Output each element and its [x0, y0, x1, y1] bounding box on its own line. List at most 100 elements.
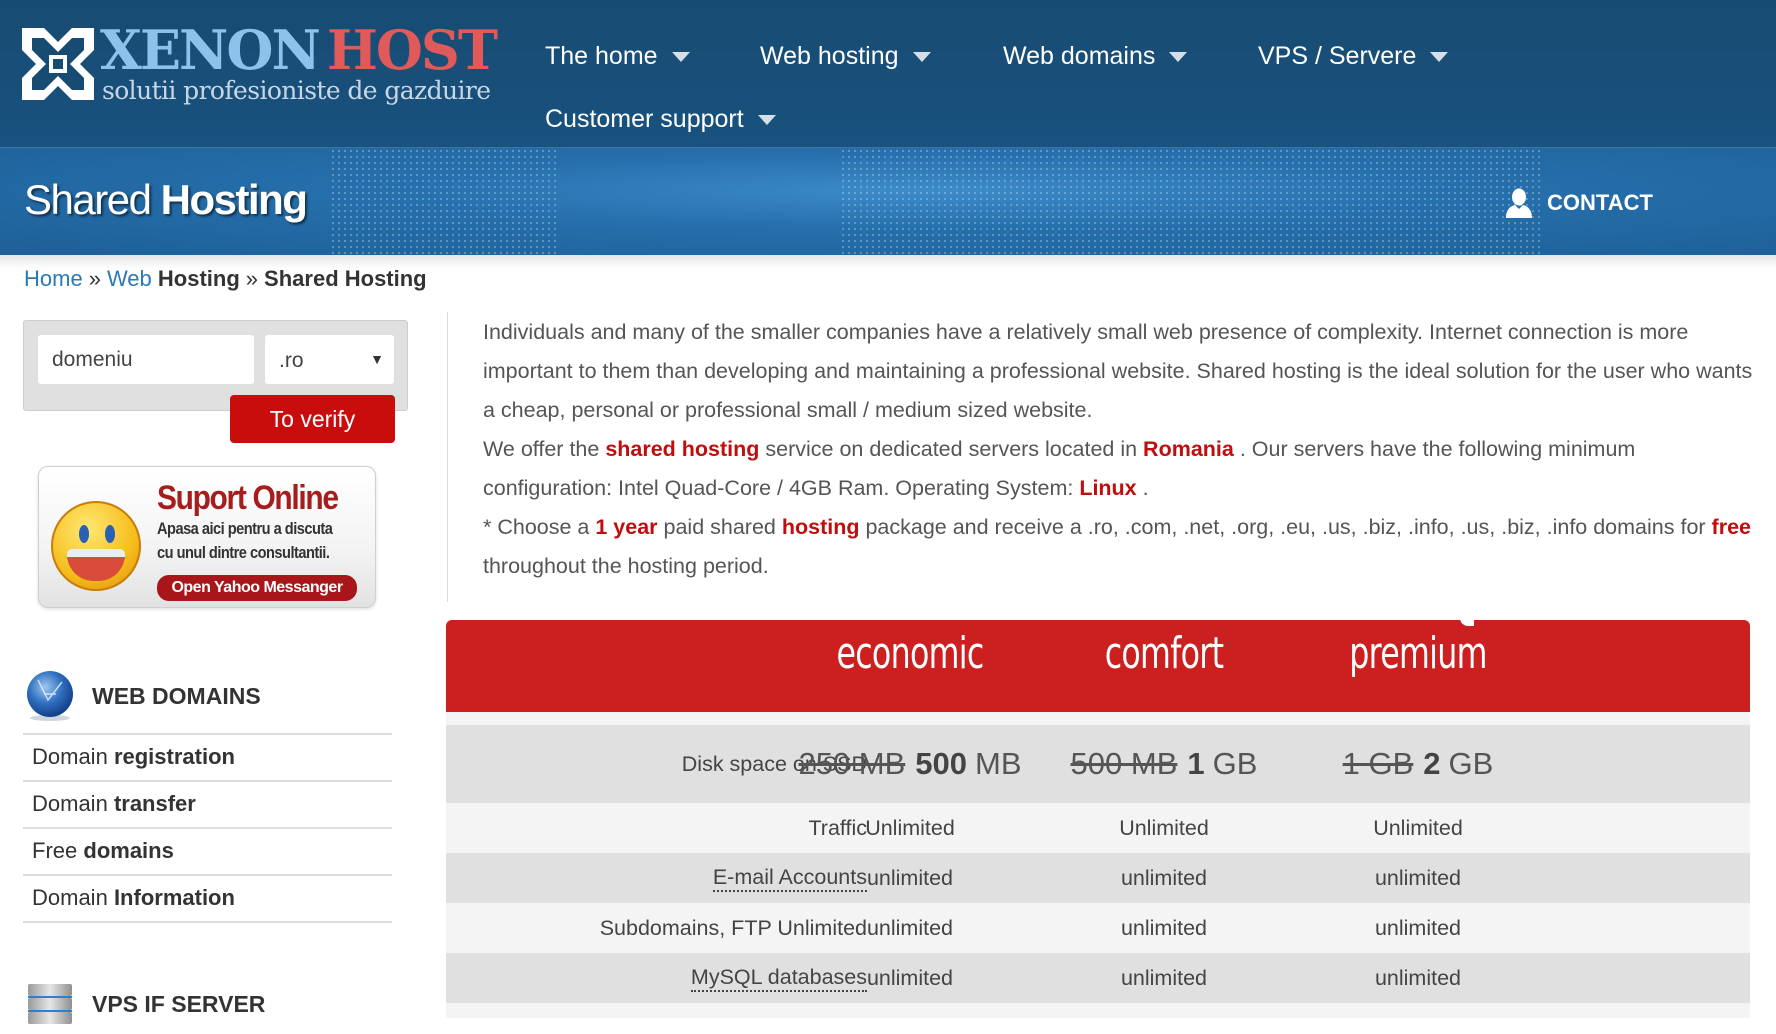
unit: GB: [1212, 746, 1258, 781]
table-row-disk-space: Disk space on SSD 250 MB 500 MB 500 MB 1 GB …: [446, 725, 1750, 803]
breadcrumb-separator: »: [88, 266, 101, 291]
contact-label: CONTACT: [1547, 190, 1653, 215]
support-line-1: Apasa aici pentru a discuta: [157, 519, 333, 538]
dropdown-arrow-icon: ▼: [370, 351, 384, 367]
table-row-mysql-databases: MySQL databases unlimited unlimited unli…: [446, 953, 1750, 1003]
nav-item-label: VPS / Servere: [1258, 42, 1417, 70]
sidebar-item-free-domains[interactable]: Free domains: [23, 829, 392, 876]
page-title-light: Shared: [24, 176, 152, 223]
old-value: 250 MB: [798, 746, 906, 781]
nav-item-web-domains[interactable]: Web domains: [1003, 42, 1188, 71]
nav-item-vps-servere[interactable]: VPS / Servere: [1258, 42, 1449, 71]
table-cell: unlimited: [866, 915, 954, 940]
intro-paragraph-3: * Choose a 1 year paid shared hosting pa…: [483, 508, 1753, 586]
intro-paragraph-1: Individuals and many of the smaller comp…: [483, 320, 1753, 422]
highlight-1-year: 1 year: [595, 515, 658, 539]
pricing-table: economic comfort premium Disk space on S…: [446, 618, 1750, 1018]
disk-comfort: 500 MB 1 GB: [1020, 725, 1308, 803]
item-text-light: Domain: [32, 885, 108, 910]
caret-down-icon: [757, 115, 776, 126]
top-navigation-bar: XENON HOST solutii profesioniste de gazdu…: [0, 0, 1776, 147]
logo-xenon: XENON: [100, 18, 321, 82]
nav-item-customer-support[interactable]: Customer support: [545, 105, 776, 134]
table-cell: unlimited: [1120, 965, 1208, 990]
text: service on dedicated servers located in: [759, 437, 1144, 461]
disk-premium: 1 GB 2 GB: [1274, 725, 1562, 803]
breadcrumb-current: Shared Hosting: [264, 266, 427, 291]
nav-item-label: Customer support: [545, 105, 744, 133]
text: We offer the: [483, 437, 606, 461]
text: paid shared: [657, 515, 782, 539]
unit: GB: [1448, 746, 1494, 781]
logo-host: HOST: [326, 18, 498, 82]
pricing-table-header: economic comfort premium: [446, 618, 1750, 712]
table-cell: unlimited: [866, 865, 954, 890]
table-cell: unlimited: [1374, 865, 1462, 890]
table-row-email-accounts: E-mail Accounts unlimited unlimited unli…: [446, 853, 1750, 903]
caret-down-icon: [1430, 52, 1449, 63]
xenon-logo-icon: [22, 28, 94, 100]
contact-link[interactable]: CONTACT: [1505, 186, 1653, 220]
breadcrumb-hosting: Hosting: [157, 266, 240, 291]
plan-economic-title: economic: [836, 628, 984, 679]
sidebar-item-domain-information[interactable]: Domain Information: [23, 876, 392, 923]
plan-comfort-title: comfort: [1104, 628, 1224, 679]
column-divider: [447, 312, 448, 602]
item-text-light: Free: [32, 838, 78, 863]
table-cell: Unlimited: [1119, 815, 1209, 840]
web-domains-list: Domain registration Domain transfer Free…: [23, 733, 392, 923]
verify-domain-button[interactable]: To verify: [230, 395, 395, 443]
nav-item-web-hosting[interactable]: Web hosting: [760, 42, 931, 71]
caret-down-icon: [671, 52, 690, 63]
world-map-pattern: [330, 148, 560, 255]
text: package and receive a .ro, .com, .net, .…: [859, 515, 1712, 539]
table-row-subdomains-ftp: Subdomains, FTP Unlimited unlimited unli…: [446, 903, 1750, 953]
logo-wordmark: XENON HOST: [100, 22, 498, 78]
table-cell: unlimited: [1374, 965, 1462, 990]
user-icon: [1506, 188, 1532, 218]
web-domains-heading-text: WEB DOMAINS: [92, 682, 261, 709]
breadcrumb-home[interactable]: Home: [24, 266, 83, 291]
new-value: 1: [1187, 746, 1205, 781]
open-yahoo-messenger-button[interactable]: Open Yahoo Messanger: [157, 575, 357, 601]
page-title-bold: Hosting: [160, 176, 308, 223]
disk-economic: 250 MB 500 MB: [766, 725, 1054, 803]
table-row-partial: [446, 1003, 1750, 1018]
sidebar-item-domain-registration[interactable]: Domain registration: [23, 735, 392, 782]
tld-selected-value: .ro: [279, 349, 304, 372]
web-domains-heading: WEB DOMAINS: [24, 670, 261, 722]
domain-search-input[interactable]: [38, 335, 254, 384]
table-cell: Unlimited: [1373, 815, 1463, 840]
intro-text: Individuals and many of the smaller comp…: [483, 313, 1753, 586]
item-text-light: Domain: [32, 791, 108, 816]
unit: MB: [975, 746, 1022, 781]
table-cell: unlimited: [1120, 915, 1208, 940]
logo[interactable]: XENON HOST solutii profesioniste de gazdu…: [22, 22, 498, 108]
breadcrumb-web[interactable]: Web: [107, 266, 152, 291]
globe-icon: [27, 671, 73, 721]
online-support-banner[interactable]: Suport Online Apasa aici pentru a discut…: [38, 466, 376, 608]
caret-down-icon: [912, 52, 931, 63]
page-banner: Shared Hosting CONTACT: [0, 147, 1776, 255]
support-title: Suport Online: [157, 479, 339, 517]
new-value: 500: [915, 746, 968, 781]
table-cell: unlimited: [1374, 915, 1462, 940]
tld-select[interactable]: .ro ▼: [265, 335, 394, 384]
item-text-bold: registration: [113, 744, 235, 769]
old-value: 500 MB: [1070, 746, 1178, 781]
nav-item-label: Web hosting: [760, 42, 899, 70]
intro-paragraph-2: We offer the shared hosting service on d…: [483, 430, 1753, 508]
yahoo-smiley-icon: [51, 501, 141, 591]
header-notch: [1460, 618, 1474, 626]
highlight-hosting: hosting: [781, 515, 860, 539]
world-map-pattern: [840, 148, 1540, 255]
table-cell: unlimited: [1120, 865, 1208, 890]
sidebar-item-domain-transfer[interactable]: Domain transfer: [23, 782, 392, 829]
vps-heading-text: VPS IF SERVER: [92, 990, 266, 1017]
item-text-bold: domains: [83, 838, 174, 863]
server-icon: [28, 984, 72, 1024]
page-title: Shared Hosting: [24, 176, 308, 224]
table-spacer: [446, 712, 1750, 725]
nav-item-home[interactable]: The home: [545, 42, 690, 71]
logo-tagline: solutii profesioniste de gazduire: [102, 76, 491, 105]
